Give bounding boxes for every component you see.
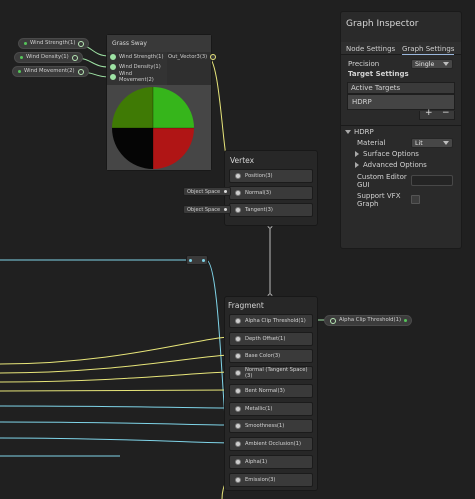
slot-port[interactable] [235, 353, 241, 359]
slot-label: Normal(3) [245, 190, 272, 196]
slot-tangent[interactable]: Tangent(3) [229, 203, 313, 217]
target-settings-label: Target Settings [348, 70, 409, 78]
redirect-in-port[interactable] [189, 258, 192, 262]
inspector-title: Graph Inspector [346, 19, 419, 29]
slot-normal[interactable]: Normal(3) [229, 186, 313, 200]
active-targets-header: Active Targets [347, 82, 455, 94]
space-port[interactable] [224, 190, 227, 193]
slot-label: Depth Offset(1) [245, 336, 286, 342]
slot-port[interactable] [235, 477, 241, 483]
slot-port[interactable] [235, 190, 241, 196]
slot-port[interactable] [235, 441, 241, 447]
slot-ambient-occlusion[interactable]: Ambient Occlusion(1) [229, 437, 313, 451]
foldout-open-icon [345, 130, 351, 134]
active-targets-label: Active Targets [351, 84, 401, 92]
surface-options-label: Surface Options [363, 150, 419, 158]
support-vfx-checkbox[interactable] [411, 195, 420, 204]
property-color-chip [404, 319, 408, 322]
normal-space-chip[interactable]: Object Space [183, 187, 231, 196]
space-label: Object Space [187, 206, 221, 213]
custom-editor-input[interactable] [411, 175, 453, 186]
material-label: Material [357, 139, 386, 147]
vertex-block[interactable]: Vertex Position(3) Normal(3) Tangent(3) [224, 150, 318, 226]
slot-alpha-clip[interactable]: Alpha Clip Threshold(1) [229, 314, 313, 328]
slot-port[interactable] [235, 173, 241, 179]
slot-position[interactable]: Position(3) [229, 169, 313, 183]
block-title: Fragment [228, 301, 264, 310]
redirect-node[interactable] [186, 255, 208, 265]
slot-label: Smoothness(1) [245, 423, 285, 429]
tangent-space-chip[interactable]: Object Space [183, 205, 231, 214]
slot-normal-tangent[interactable]: Normal (Tangent Space)(3) [229, 366, 313, 380]
slot-label: Normal (Tangent Space)(3) [245, 367, 308, 379]
divider [341, 125, 461, 126]
block-title: Vertex [230, 156, 255, 165]
slot-port[interactable] [235, 318, 241, 324]
slot-label: Emission(3) [245, 477, 276, 483]
slot-label: Bent Normal(3) [245, 388, 285, 394]
advanced-options-label: Advanced Options [363, 161, 427, 169]
slot-label: Position(3) [245, 173, 273, 179]
graph-inspector: Graph Inspector Node Settings Graph Sett… [340, 11, 462, 249]
active-targets-list: HDRP [347, 94, 455, 110]
slot-port[interactable] [235, 370, 241, 376]
slot-metallic[interactable]: Metallic(1) [229, 402, 313, 416]
add-target-button[interactable]: + [425, 108, 433, 118]
chevron-down-icon [443, 62, 449, 66]
alpha-clip-property-pill[interactable]: Alpha Clip Threshold(1) [324, 315, 413, 326]
slot-port[interactable] [235, 406, 241, 412]
fragment-block[interactable]: Fragment Alpha Clip Threshold(1) Depth O… [224, 296, 318, 491]
property-label: Alpha Clip Threshold(1) [339, 317, 402, 323]
space-port[interactable] [224, 208, 227, 211]
slot-label: Tangent(3) [245, 207, 273, 213]
slot-alpha[interactable]: Alpha(1) [229, 455, 313, 469]
slot-port[interactable] [235, 336, 241, 342]
hdrp-section-header[interactable]: HDRP [345, 128, 374, 136]
redirect-out-port[interactable] [202, 258, 205, 262]
advanced-options-foldout[interactable]: Advanced Options [355, 161, 427, 169]
foldout-closed-icon [355, 162, 359, 168]
slot-label: Ambient Occlusion(1) [245, 441, 301, 447]
tab-node-settings[interactable]: Node Settings [346, 45, 395, 53]
slot-bent-normal[interactable]: Bent Normal(3) [229, 384, 313, 398]
slot-label: Alpha Clip Threshold(1) [245, 318, 306, 324]
input-port[interactable] [330, 317, 336, 324]
custom-editor-label: Custom Editor GUI [357, 173, 407, 189]
slot-depth-offset[interactable]: Depth Offset(1) [229, 332, 313, 346]
material-dropdown[interactable]: Lit [411, 138, 453, 148]
precision-dropdown[interactable]: Single [411, 59, 453, 69]
target-item-hdrp[interactable]: HDRP [352, 98, 372, 106]
slot-port[interactable] [235, 207, 241, 213]
tab-graph-settings[interactable]: Graph Settings [402, 45, 455, 55]
chevron-down-icon [443, 141, 449, 145]
slot-port[interactable] [235, 423, 241, 429]
slot-port[interactable] [235, 459, 241, 465]
slot-port[interactable] [235, 388, 241, 394]
surface-options-foldout[interactable]: Surface Options [355, 150, 419, 158]
slot-base-color[interactable]: Base Color(3) [229, 349, 313, 363]
slot-smoothness[interactable]: Smoothness(1) [229, 419, 313, 433]
foldout-closed-icon [355, 151, 359, 157]
slot-label: Metallic(1) [245, 406, 273, 412]
precision-value: Single [415, 60, 435, 68]
support-vfx-label: Support VFX Graph [357, 192, 401, 208]
slot-label: Base Color(3) [245, 353, 281, 359]
slot-label: Alpha(1) [245, 459, 268, 465]
material-value: Lit [415, 139, 423, 147]
space-label: Object Space [187, 188, 221, 195]
list-footer: + − [419, 108, 455, 120]
slot-emission[interactable]: Emission(3) [229, 473, 313, 487]
hdrp-section-label: HDRP [354, 128, 374, 136]
precision-label: Precision [348, 60, 380, 68]
remove-target-button[interactable]: − [442, 108, 450, 118]
